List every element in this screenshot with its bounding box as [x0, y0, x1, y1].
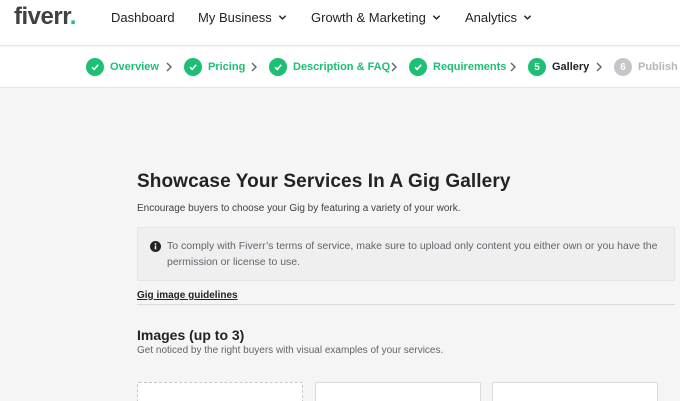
- info-icon: [150, 241, 161, 252]
- step-label: Pricing: [208, 61, 246, 73]
- gig-image-guidelines-link[interactable]: Gig image guidelines: [137, 290, 238, 301]
- gallery-content: Showcase Your Services In A Gig Gallery …: [0, 89, 680, 401]
- check-circle-icon: [269, 58, 287, 76]
- nav-growth-marketing[interactable]: Growth & Marketing: [311, 10, 441, 25]
- nav-dashboard-label: Dashboard: [111, 10, 175, 25]
- step-number: 6: [614, 58, 632, 76]
- nav-analytics[interactable]: Analytics: [465, 10, 532, 25]
- image-slot[interactable]: [492, 382, 658, 401]
- image-slot[interactable]: [315, 382, 481, 401]
- chevron-right-icon: [166, 62, 172, 72]
- step-publish[interactable]: 6 Publish: [614, 58, 678, 76]
- nav-my-business[interactable]: My Business: [198, 10, 287, 25]
- terms-notice: To comply with Fiverr’s terms of service…: [137, 227, 675, 281]
- page-subtitle: Encourage buyers to choose your Gig by f…: [137, 203, 461, 214]
- nav-growth-marketing-label: Growth & Marketing: [311, 10, 426, 25]
- step-number: 5: [528, 58, 546, 76]
- nav-analytics-label: Analytics: [465, 10, 518, 25]
- step-overview[interactable]: Overview: [86, 58, 159, 76]
- notice-text: To comply with Fiverr’s terms of service…: [167, 240, 658, 268]
- gig-creation-steps: Overview Pricing Description & FAQ Requi…: [0, 47, 680, 88]
- chevron-right-icon: [510, 62, 516, 72]
- top-navigation: fiverr. Dashboard My Business Growth & M…: [0, 0, 680, 46]
- nav-my-business-label: My Business: [198, 10, 272, 25]
- check-circle-icon: [86, 58, 104, 76]
- step-requirements[interactable]: Requirements: [409, 58, 506, 76]
- step-label: Overview: [110, 61, 159, 73]
- logo-dot: .: [69, 3, 77, 30]
- step-label: Publish: [638, 61, 678, 73]
- chevron-right-icon: [596, 62, 602, 72]
- step-pricing[interactable]: Pricing: [184, 58, 245, 76]
- chevron-right-icon: [391, 62, 397, 72]
- divider: [137, 304, 675, 305]
- step-description-faq[interactable]: Description & FAQ: [269, 58, 390, 76]
- chevron-down-icon: [278, 15, 286, 20]
- step-label: Requirements: [433, 61, 507, 73]
- check-circle-icon: [409, 58, 427, 76]
- image-upload-slot[interactable]: [137, 382, 303, 401]
- step-gallery[interactable]: 5 Gallery: [528, 58, 589, 76]
- images-section-subtitle: Get noticed by the right buyers with vis…: [137, 345, 444, 356]
- images-section-title: Images (up to 3): [137, 327, 245, 343]
- check-circle-icon: [184, 58, 202, 76]
- page-title: Showcase Your Services In A Gig Gallery: [137, 171, 511, 192]
- step-label: Description & FAQ: [293, 61, 391, 73]
- chevron-down-icon: [523, 15, 532, 20]
- logo-text: fiverr: [14, 3, 70, 30]
- nav-dashboard[interactable]: Dashboard: [111, 10, 175, 25]
- fiverr-logo[interactable]: fiverr.: [14, 3, 76, 31]
- step-label: Gallery: [552, 61, 590, 73]
- chevron-right-icon: [251, 62, 257, 72]
- chevron-down-icon: [432, 15, 441, 20]
